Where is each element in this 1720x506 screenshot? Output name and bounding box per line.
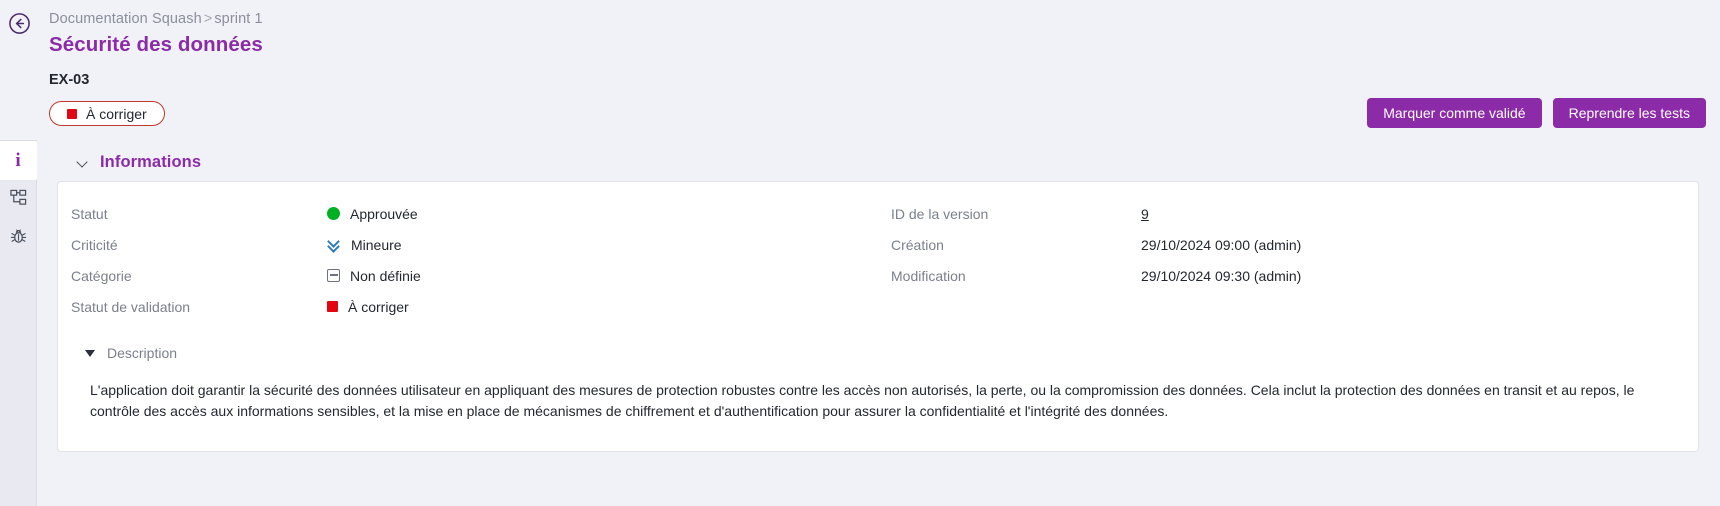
page-title: Sécurité des données <box>49 33 263 56</box>
field-label-modification: Modification <box>891 267 966 284</box>
arrow-left-circle-icon <box>8 12 31 35</box>
rail-item-hierarchy[interactable] <box>0 180 37 219</box>
red-square-icon <box>67 108 77 119</box>
informations-card: Statut Approuvée Criticité Mineure Catég… <box>57 181 1699 452</box>
status-badge[interactable]: À corriger <box>49 101 165 126</box>
informations-section-title: Informations <box>100 153 202 171</box>
field-label-version-id: ID de la version <box>891 205 989 222</box>
field-label-statut: Statut <box>71 205 108 222</box>
green-circle-icon <box>327 207 340 220</box>
field-row-statut-validation: Statut de validation À corriger <box>71 291 878 322</box>
field-label-criticite: Criticité <box>71 236 118 253</box>
field-label-statut-validation: Statut de validation <box>71 298 191 315</box>
description-section-header[interactable]: Description <box>58 322 1698 361</box>
field-value-statut-validation-text: À corriger <box>348 298 409 315</box>
field-row-modification: Modification 29/10/2024 09:30 (admin) <box>891 260 1698 291</box>
field-value-statut-text: Approuvée <box>350 205 418 222</box>
breadcrumb-project[interactable]: Documentation Squash <box>49 11 202 27</box>
field-row-creation: Création 29/10/2024 09:00 (admin) <box>891 229 1698 260</box>
main-content: Informations Statut Approuvée Criticité <box>38 140 1720 506</box>
minus-box-icon <box>327 269 340 282</box>
left-icon-rail: i <box>0 140 37 506</box>
field-label-categorie: Catégorie <box>71 267 132 284</box>
resume-tests-button[interactable]: Reprendre les tests <box>1552 98 1706 128</box>
back-button[interactable] <box>7 11 32 36</box>
informations-section-header[interactable]: Informations <box>38 140 1720 172</box>
status-badge-label: À corriger <box>86 105 147 122</box>
field-value-criticite-text: Mineure <box>351 236 402 253</box>
hierarchy-tree-icon <box>10 189 27 211</box>
field-value-categorie-text: Non définie <box>350 267 421 284</box>
field-value-criticite: Mineure <box>327 237 402 253</box>
field-row-statut: Statut Approuvée <box>71 198 878 229</box>
bug-icon <box>10 228 27 250</box>
field-value-version-id[interactable]: 9 <box>1141 206 1149 222</box>
field-label-creation: Création <box>891 236 944 253</box>
rail-item-information[interactable]: i <box>0 141 37 180</box>
breadcrumb-separator: > <box>203 11 213 27</box>
header-actions: Marquer comme validé Reprendre les tests <box>1367 98 1706 128</box>
description-text: L'application doit garantir la sécurité … <box>90 382 1635 419</box>
mark-as-validated-button[interactable]: Marquer comme validé <box>1367 98 1542 128</box>
field-row-categorie: Catégorie Non définie <box>71 260 878 291</box>
informations-grid: Statut Approuvée Criticité Mineure Catég… <box>58 182 1698 322</box>
informations-right-column: ID de la version 9 Création 29/10/2024 0… <box>878 198 1698 322</box>
field-row-criticite: Criticité Mineure <box>71 229 878 260</box>
field-row-version-id: ID de la version 9 <box>891 198 1698 229</box>
rail-item-bugs[interactable] <box>0 219 37 258</box>
field-value-categorie: Non définie <box>327 268 421 284</box>
requirement-reference: EX-03 <box>49 72 90 88</box>
triangle-down-icon[interactable] <box>85 349 95 357</box>
field-value-modification: 29/10/2024 09:30 (admin) <box>1141 267 1302 284</box>
breadcrumb-sprint[interactable]: sprint 1 <box>214 11 262 27</box>
field-value-statut-validation: À corriger <box>327 299 409 315</box>
application-root: Documentation Squash > sprint 1 Sécurité d… <box>0 0 1720 506</box>
page-header: Documentation Squash > sprint 1 Sécurité d… <box>49 9 1706 89</box>
field-value-creation: 29/10/2024 09:00 (admin) <box>1141 236 1302 253</box>
description-title: Description <box>107 345 178 361</box>
double-chevron-down-icon <box>327 238 341 251</box>
chevron-down-icon[interactable] <box>77 157 89 169</box>
breadcrumb: Documentation Squash > sprint 1 <box>49 9 1706 29</box>
informations-left-column: Statut Approuvée Criticité Mineure Catég… <box>58 198 878 322</box>
information-icon: i <box>15 150 21 171</box>
field-value-statut: Approuvée <box>327 206 418 222</box>
red-square-icon <box>327 301 338 312</box>
